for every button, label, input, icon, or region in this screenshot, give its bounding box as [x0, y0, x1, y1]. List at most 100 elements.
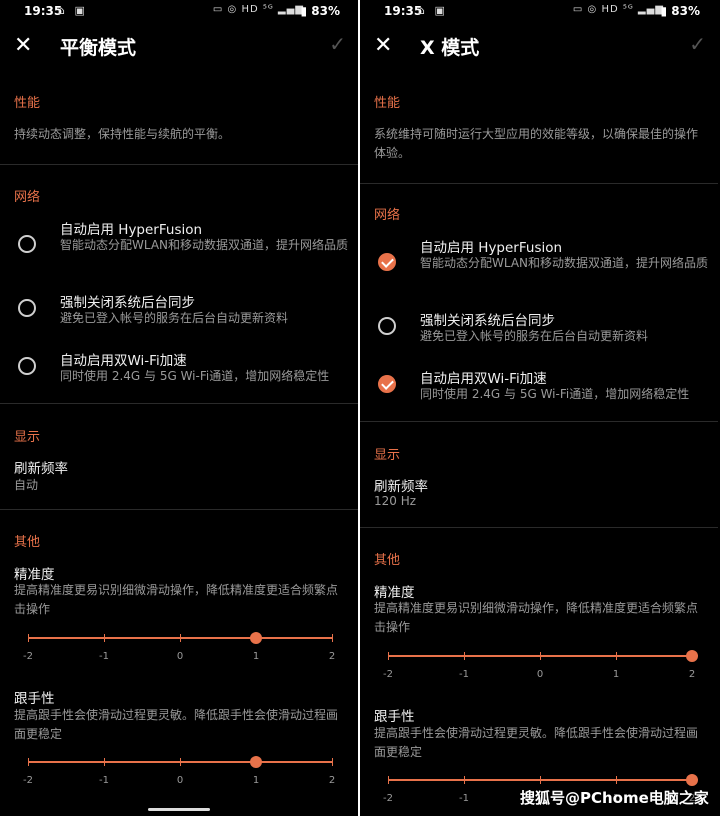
- divider: [0, 509, 358, 510]
- divider: [360, 421, 718, 422]
- disable-sync-radio[interactable]: [378, 317, 396, 335]
- gesture-handle: [148, 808, 210, 811]
- slider-tick-label: -1: [459, 669, 469, 680]
- battery-level: ▮ 83%: [660, 4, 700, 18]
- slider-tick-label: -2: [23, 651, 33, 662]
- notification-icons: ⌂ ▣: [418, 4, 448, 17]
- option-desc: 智能动态分配WLAN和移动数据双通道，提升网络品质: [60, 238, 349, 252]
- option-desc: 避免已登入帐号的服务在后台自动更新资料: [420, 329, 649, 343]
- slider-tick-label: -1: [459, 793, 469, 804]
- option-title: 强制关闭系统后台同步: [420, 313, 555, 329]
- slider-thumb[interactable]: [686, 774, 698, 786]
- dual-wifi-checkbox[interactable]: [378, 375, 396, 393]
- confirm-check-icon[interactable]: ✓: [689, 32, 706, 56]
- refresh-rate-title: 刷新频率: [374, 479, 428, 495]
- slider-tick: [388, 652, 389, 660]
- follow-slider[interactable]: [28, 756, 333, 768]
- status-time: 19:35: [24, 4, 63, 18]
- slider-tick: [28, 758, 29, 766]
- section-other: 其他: [14, 535, 41, 550]
- slider-tick-label: 2: [328, 775, 336, 786]
- performance-desc: 持续动态调整，保持性能与续航的平衡。: [14, 127, 231, 141]
- slider-tick: [180, 758, 181, 766]
- hyperfusion-radio[interactable]: [18, 235, 36, 253]
- follow-slider[interactable]: [388, 774, 698, 786]
- app-bar: ✕ 平衡模式 ✓: [0, 26, 358, 66]
- x-mode-screen: 19:35 ⌂ ▣ ▭ ◎ HD ⁵ᴳ ▂▄▆ ▮ 83% ✕ X 模式 ✓ 性…: [360, 0, 718, 816]
- slider-tick: [540, 652, 541, 660]
- slider-tick: [104, 758, 105, 766]
- slider-tick: [104, 634, 105, 642]
- slider-tick-label: -2: [23, 775, 33, 786]
- slider-tick: [332, 758, 333, 766]
- slider-tick: [332, 634, 333, 642]
- app-bar: ✕ X 模式 ✓: [360, 26, 718, 66]
- status-time: 19:35: [384, 4, 423, 18]
- divider: [360, 183, 718, 184]
- status-bar: 19:35 ⌂ ▣ ▭ ◎ HD ⁵ᴳ ▂▄▆ ▮ 83%: [0, 0, 358, 24]
- section-performance: 性能: [374, 96, 401, 111]
- accuracy-slider[interactable]: [28, 632, 333, 644]
- performance-desc: 系统维持可随时运行大型应用的效能等级，以确保最佳的操作体验。: [374, 127, 699, 160]
- follow-desc: 提高跟手性会使滑动过程更灵敏。降低跟手性会使滑动过程画面更稳定: [374, 726, 699, 759]
- slider-tick: [464, 652, 465, 660]
- slider-tick-label: 1: [252, 651, 260, 662]
- page-title: X 模式: [420, 37, 480, 59]
- follow-title: 跟手性: [14, 691, 55, 707]
- slider-tick-label: 0: [536, 669, 544, 680]
- option-title: 自动启用双Wi-Fi加速: [60, 353, 187, 369]
- section-network: 网络: [374, 208, 401, 223]
- slider-thumb[interactable]: [250, 632, 262, 644]
- disable-sync-radio[interactable]: [18, 299, 36, 317]
- section-display: 显示: [14, 430, 41, 445]
- slider-tick-label: -1: [99, 775, 109, 786]
- option-desc: 同时使用 2.4G 与 5G Wi-Fi通道，增加网络稳定性: [60, 369, 330, 383]
- confirm-check-icon[interactable]: ✓: [329, 32, 346, 56]
- slider-tick: [616, 652, 617, 660]
- slider-tick: [28, 634, 29, 642]
- network-indicator: ▭ ◎ HD ⁵ᴳ ▂▄▆: [212, 4, 304, 15]
- accuracy-desc: 提高精准度更易识别细微滑动操作，降低精准度更适合频繁点击操作: [374, 601, 699, 634]
- slider-tick-label: 1: [612, 669, 620, 680]
- section-display: 显示: [374, 448, 401, 463]
- dual-wifi-radio[interactable]: [18, 357, 36, 375]
- option-title: 自动启用 HyperFusion: [60, 222, 203, 238]
- slider-tick-label: 2: [328, 651, 336, 662]
- follow-title: 跟手性: [374, 709, 415, 725]
- refresh-rate-value: 120 Hz: [374, 494, 417, 508]
- slider-thumb[interactable]: [250, 756, 262, 768]
- option-title: 强制关闭系统后台同步: [60, 295, 195, 311]
- slider-tick: [180, 634, 181, 642]
- option-desc: 智能动态分配WLAN和移动数据双通道，提升网络品质: [420, 256, 709, 270]
- section-performance: 性能: [14, 96, 41, 111]
- slider-tick-label: 0: [176, 651, 184, 662]
- divider: [0, 403, 358, 404]
- hyperfusion-checkbox[interactable]: [378, 253, 396, 271]
- slider-tick: [388, 776, 389, 784]
- divider: [0, 164, 358, 165]
- refresh-rate-value: 自动: [14, 478, 39, 492]
- option-desc: 避免已登入帐号的服务在后台自动更新资料: [60, 311, 289, 325]
- slider-tick-label: -1: [99, 651, 109, 662]
- slider-tick: [540, 776, 541, 784]
- slider-thumb[interactable]: [686, 650, 698, 662]
- slider-tick: [616, 776, 617, 784]
- status-bar: 19:35 ⌂ ▣ ▭ ◎ HD ⁵ᴳ ▂▄▆ ▮ 83%: [360, 0, 718, 24]
- page-title: 平衡模式: [60, 37, 137, 59]
- section-other: 其他: [374, 553, 401, 568]
- close-icon[interactable]: ✕: [14, 32, 32, 60]
- notification-icons: ⌂ ▣: [58, 4, 88, 17]
- balanced-mode-screen: 19:35 ⌂ ▣ ▭ ◎ HD ⁵ᴳ ▂▄▆ ▮ 83% ✕ 平衡模式 ✓ 性…: [0, 0, 358, 816]
- slider-tick-label: 1: [252, 775, 260, 786]
- option-desc: 同时使用 2.4G 与 5G Wi-Fi通道，增加网络稳定性: [420, 387, 690, 401]
- accuracy-title: 精准度: [14, 567, 55, 583]
- slider-tick-label: 2: [688, 669, 696, 680]
- section-network: 网络: [14, 190, 41, 205]
- network-indicator: ▭ ◎ HD ⁵ᴳ ▂▄▆: [572, 4, 664, 15]
- follow-desc: 提高跟手性会使滑动过程更灵敏。降低跟手性会使滑动过程画面更稳定: [14, 708, 339, 741]
- watermark: 搜狐号@PChome电脑之家: [520, 789, 709, 807]
- accuracy-slider[interactable]: [388, 650, 698, 662]
- accuracy-desc: 提高精准度更易识别细微滑动操作，降低精准度更适合频繁点击操作: [14, 583, 339, 616]
- option-title: 自动启用双Wi-Fi加速: [420, 371, 547, 387]
- close-icon[interactable]: ✕: [374, 32, 392, 60]
